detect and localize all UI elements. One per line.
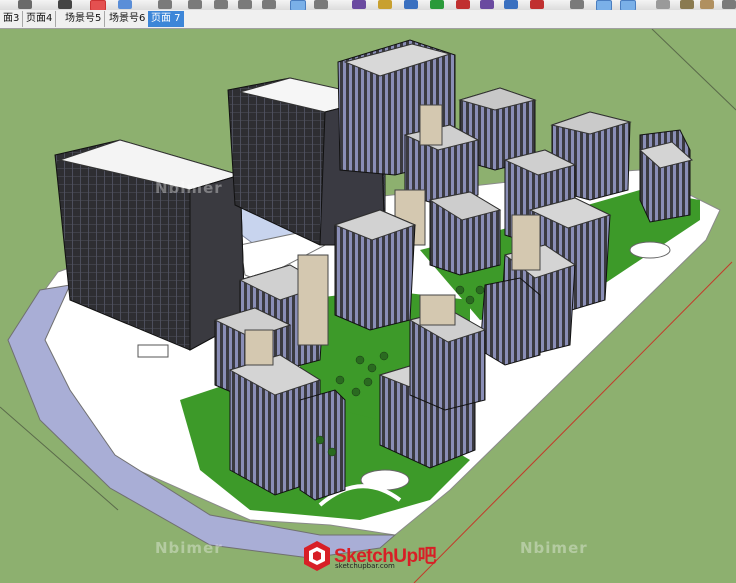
shaded-icon[interactable] <box>700 0 714 9</box>
model-viewport[interactable]: Nbimer Nbimer Nbimer <box>0 29 736 583</box>
scene-tabs: 面3 页面4 场景号5 场景号6 页面 7 <box>0 10 736 29</box>
move-icon[interactable] <box>118 0 132 9</box>
zoom-window-icon[interactable] <box>378 0 392 9</box>
hidden-line-icon[interactable] <box>680 0 694 9</box>
select-icon[interactable] <box>18 0 32 9</box>
textured-icon[interactable] <box>722 0 736 9</box>
zoom-icon[interactable] <box>352 0 366 9</box>
watermark-top: Nbimer <box>155 179 223 197</box>
previous-view-icon[interactable] <box>430 0 444 9</box>
sketchup-logo-icon <box>304 541 330 571</box>
tab-page-4[interactable]: 页面4 <box>23 11 57 27</box>
scale-icon[interactable] <box>188 0 202 9</box>
right-view-icon[interactable] <box>530 0 544 9</box>
tab-scene-6[interactable]: 场景号6 <box>106 11 150 27</box>
watermark-bottom-right: Nbimer <box>520 539 588 557</box>
watermark-bottom-left: Nbimer <box>155 539 223 557</box>
iso-view-icon[interactable] <box>456 0 470 9</box>
tab-scene-5[interactable]: 场景号5 <box>62 11 106 27</box>
zoom-extents-icon[interactable] <box>404 0 418 9</box>
tab-page-3[interactable]: 面3 <box>0 11 24 27</box>
wireframe-icon[interactable] <box>656 0 670 9</box>
rotate-icon[interactable] <box>158 0 172 9</box>
pushpull-icon[interactable] <box>214 0 228 9</box>
logo-url: sketchupbar.com <box>335 562 395 570</box>
offset-icon[interactable] <box>238 0 252 9</box>
top-view-icon[interactable] <box>480 0 494 9</box>
tab-page-7[interactable]: 页面 7 <box>148 11 184 27</box>
pan-icon[interactable] <box>314 0 328 9</box>
urban-model-render <box>0 29 736 583</box>
eraser-icon[interactable] <box>58 0 72 9</box>
back-view-icon[interactable] <box>570 0 584 9</box>
front-view-icon[interactable] <box>504 0 518 9</box>
followme-icon[interactable] <box>262 0 276 9</box>
